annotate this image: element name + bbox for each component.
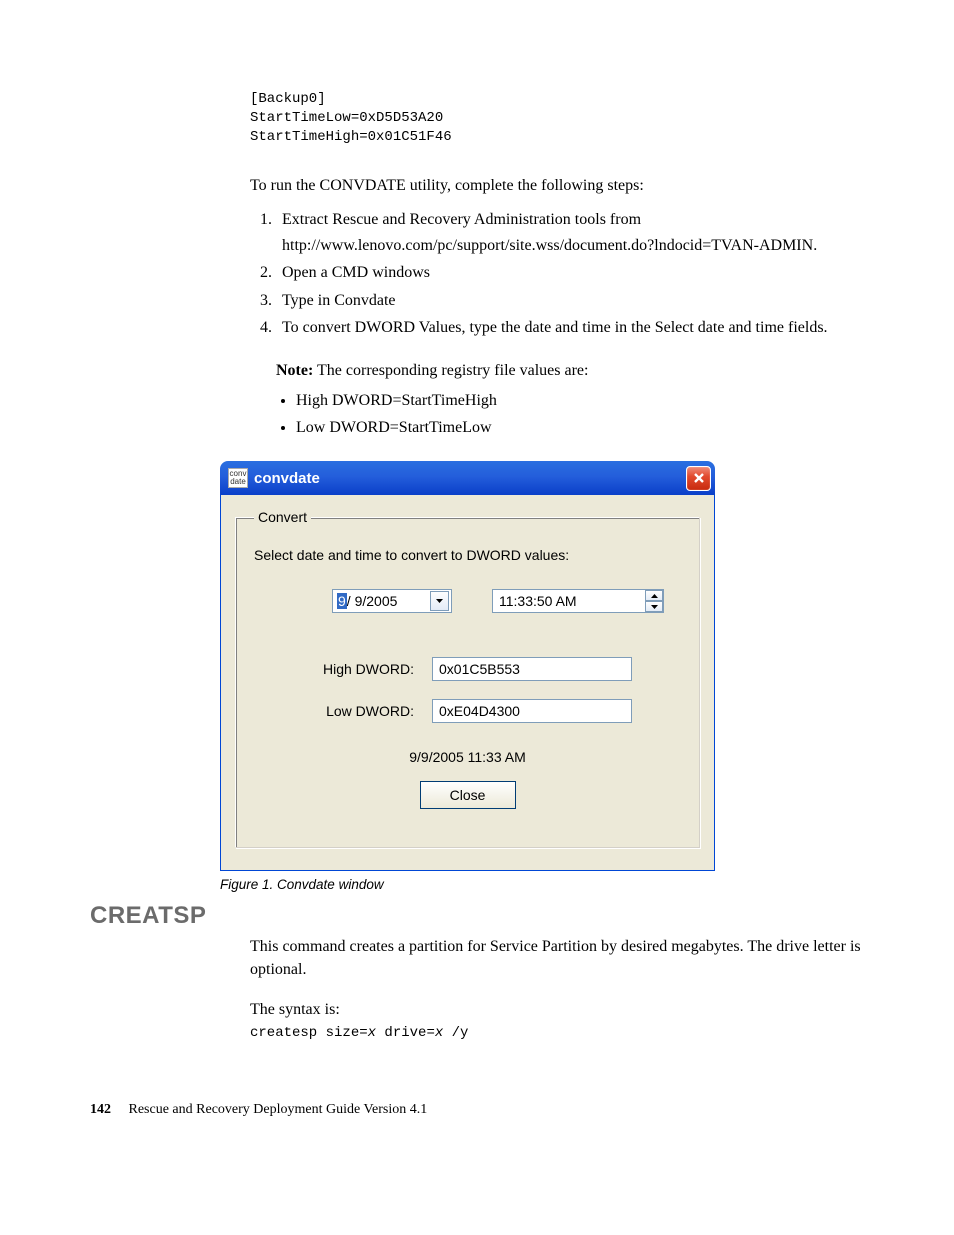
note-label: Note: [276, 362, 313, 379]
date-selected-part: 9 [337, 593, 347, 609]
step-item: Extract Rescue and Recovery Administrati… [276, 207, 864, 258]
intro-paragraph: To run the CONVDATE utility, complete th… [250, 175, 864, 197]
step-item: Open a CMD windows [276, 260, 864, 286]
code-line: StartTimeLow=0xD5D53A20 [250, 109, 864, 128]
close-icon [693, 472, 705, 484]
time-spin-up[interactable] [646, 590, 663, 601]
code-line: StartTimeHigh=0x01C51F46 [250, 128, 864, 147]
groupbox-text: Select date and time to convert to DWORD… [254, 547, 681, 563]
time-value: 11:33:50 AM [499, 593, 577, 609]
steps-list: Extract Rescue and Recovery Administrati… [250, 207, 864, 341]
app-icon: conv date [228, 468, 248, 488]
groupbox-legend: Convert [254, 509, 311, 525]
close-button[interactable]: Close [420, 781, 516, 809]
chevron-up-icon [651, 594, 658, 598]
note-text: The corresponding registry file values a… [313, 362, 588, 379]
creatsp-syntax-intro: The syntax is: [250, 999, 864, 1021]
high-dword-value: 0x01C5B553 [439, 661, 520, 677]
titlebar: conv date convdate [220, 461, 715, 495]
convert-groupbox: Convert Select date and time to convert … [235, 509, 700, 848]
code-line: [Backup0] [250, 90, 864, 109]
creatsp-paragraph: This command creates a partition for Ser… [250, 936, 864, 981]
page-number: 142 [90, 1102, 111, 1117]
window-close-button[interactable] [686, 466, 711, 491]
window-title: convdate [254, 470, 320, 487]
chevron-down-icon [651, 605, 658, 609]
note-bullets: High DWORD=StartTimeHigh Low DWORD=Start… [276, 387, 864, 441]
code-block: [Backup0] StartTimeLow=0xD5D53A20 StartT… [250, 90, 864, 147]
low-dword-label: Low DWORD: [254, 703, 432, 719]
date-picker[interactable]: 9/ 9/2005 [332, 589, 452, 613]
section-heading-creatsp: CREATSP [90, 902, 864, 930]
convdate-window: conv date convdate Convert Select date a… [220, 461, 715, 871]
datetime-summary: 9/9/2005 11:33 AM [254, 749, 681, 765]
figure-caption: Figure 1. Convdate window [220, 877, 864, 892]
chevron-down-icon [436, 599, 443, 603]
note-paragraph: Note: The corresponding registry file va… [276, 359, 864, 383]
date-rest: / 9/2005 [347, 593, 398, 609]
high-dword-label: High DWORD: [254, 661, 432, 677]
bullet-item: High DWORD=StartTimeHigh [296, 387, 864, 414]
high-dword-field[interactable]: 0x01C5B553 [432, 657, 632, 681]
step-item: Type in Convdate [276, 288, 864, 314]
low-dword-value: 0xE04D4300 [439, 703, 520, 719]
time-spin-down[interactable] [646, 601, 663, 612]
footer-title: Rescue and Recovery Deployment Guide Ver… [129, 1102, 428, 1117]
time-picker[interactable]: 11:33:50 AM [492, 589, 664, 613]
page-footer: 142 Rescue and Recovery Deployment Guide… [90, 1102, 864, 1118]
date-dropdown-button[interactable] [430, 591, 449, 611]
low-dword-field[interactable]: 0xE04D4300 [432, 699, 632, 723]
creatsp-syntax: createsp size=x drive=x /y [250, 1024, 864, 1043]
step-item: To convert DWORD Values, type the date a… [276, 315, 864, 341]
bullet-item: Low DWORD=StartTimeLow [296, 414, 864, 441]
